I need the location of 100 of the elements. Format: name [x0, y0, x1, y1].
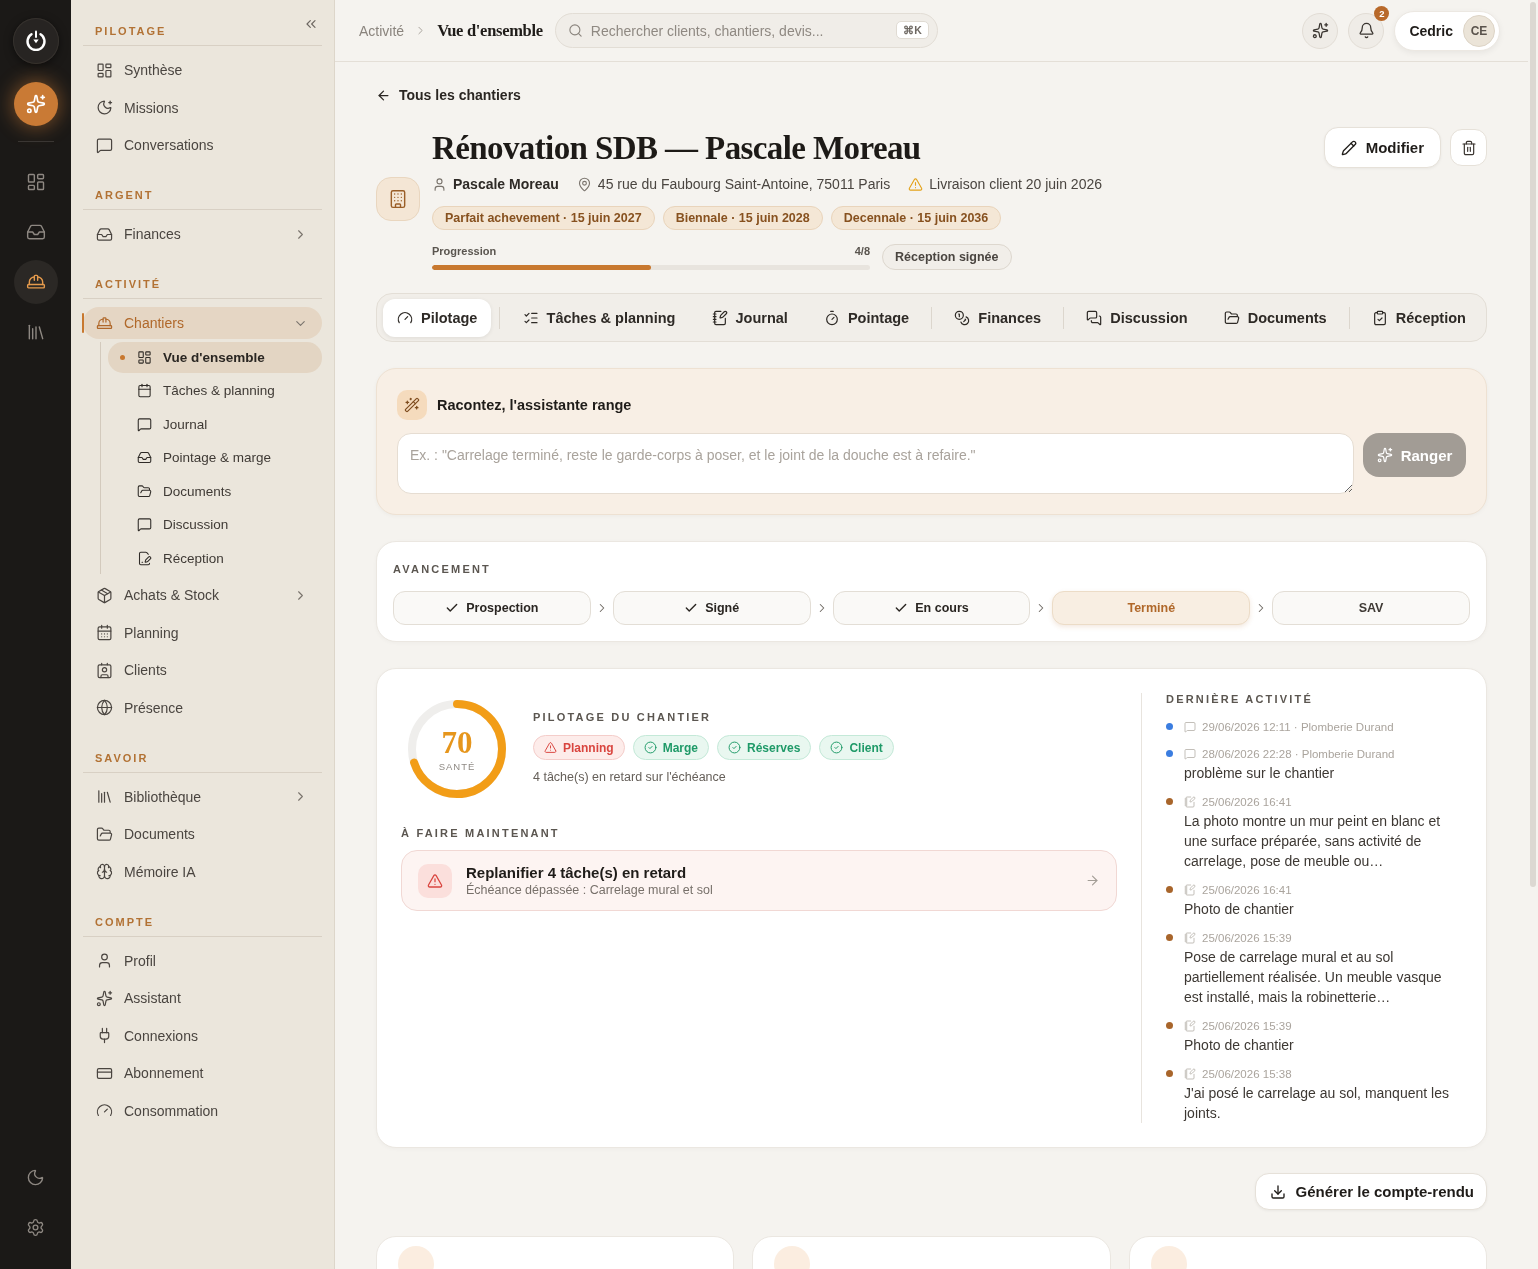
section-title: AVANCEMENT — [393, 563, 491, 575]
file-pen-icon — [137, 550, 152, 566]
nav-subitem[interactable]: Documents — [108, 475, 322, 507]
folder-icon — [1223, 309, 1240, 326]
section-title: ACTIVITÉ — [95, 278, 162, 290]
nav-subitem[interactable]: Pointage & marge — [108, 442, 322, 473]
check-circle-icon — [728, 741, 741, 754]
nav-item[interactable]: Connexions — [83, 1019, 322, 1052]
tab[interactable]: Finances — [940, 298, 1056, 337]
check-circle-icon — [643, 741, 657, 754]
download-icon — [1269, 1183, 1286, 1200]
nav-item[interactable]: Synthèse — [83, 54, 322, 86]
nav-item[interactable]: Bibliothèque — [83, 780, 322, 813]
active-dot-icon — [120, 354, 125, 360]
dashboard-icon — [96, 61, 113, 79]
edit-button[interactable]: Modifier — [1323, 127, 1441, 168]
nav-item[interactable]: Conversations — [83, 129, 322, 161]
nav-subitem[interactable]: Journal — [108, 408, 322, 440]
activity-text: J'ai posé le carrelage au sol, manquent les joints. — [1184, 1084, 1450, 1123]
chat-bubble-icon — [1184, 720, 1196, 733]
back-link[interactable]: Tous les chantiers — [376, 87, 521, 103]
tab[interactable]: Journal — [697, 298, 802, 337]
nav-item[interactable]: Mémoire IA — [83, 855, 322, 888]
activity-meta: 25/06/2026 15:39 — [1202, 1019, 1292, 1032]
tab[interactable]: Pilotage — [383, 298, 492, 337]
nav-item[interactable]: Documents — [83, 818, 322, 850]
gauge-icon — [96, 1102, 113, 1119]
logo-icon[interactable] — [12, 18, 59, 64]
stage-step: En cours — [832, 591, 1031, 625]
map-pin-icon — [576, 176, 592, 192]
activity-meta: 25/06/2026 15:38 — [1202, 1067, 1292, 1080]
nav-item[interactable]: Missions — [83, 91, 322, 124]
stage-step: Terminé — [1052, 591, 1251, 625]
report-button[interactable]: Générer le compte-rendu — [1254, 1173, 1487, 1210]
nav-item[interactable]: Assistant — [83, 982, 322, 1014]
nav-item[interactable]: Finances — [83, 218, 322, 250]
assistant-button[interactable] — [13, 82, 58, 126]
notifications-button[interactable] — [1348, 12, 1385, 49]
globe-icon — [96, 699, 113, 716]
building-icon — [376, 176, 420, 221]
nav-subitem[interactable]: Tâches & planning — [108, 375, 322, 406]
tab[interactable]: Documents — [1209, 298, 1341, 337]
warning-icon — [544, 741, 557, 754]
nav-item[interactable]: Présence — [83, 691, 322, 724]
status-tag: Réception signée — [882, 244, 1012, 270]
breadcrumb-current: Vue d'ensemble — [437, 20, 543, 41]
meta-text: Livraison client 20 juin 2026 — [929, 176, 1102, 192]
nav-item[interactable]: Abonnement — [83, 1057, 322, 1089]
warranty-tag: Parfait achevement · 15 juin 2027 — [432, 206, 655, 230]
sparkle-icon — [1376, 447, 1393, 463]
activity-meta: 25/06/2026 15:39 — [1202, 931, 1292, 944]
dashboard-icon — [137, 349, 152, 365]
section-title: ARGENT — [95, 189, 154, 201]
user-icon — [432, 176, 447, 192]
account-menu[interactable]: Cedric CE — [1394, 10, 1500, 51]
warning-icon — [418, 863, 452, 898]
rail-button[interactable] — [13, 260, 58, 304]
magic-wand-icon — [397, 390, 427, 420]
health-score: 70 — [441, 726, 473, 759]
message-input[interactable]: Ex. : "Carrelage terminé, reste le garde-corps à poser, et le joint de la douche est à refaire." — [397, 433, 1354, 494]
warranty-tag: Biennale · 15 juin 2028 — [662, 206, 823, 230]
moon-star-icon — [96, 99, 113, 116]
search-icon — [567, 23, 583, 38]
activity-text: Photo de chantier — [1184, 900, 1295, 919]
progress-label: Progression — [432, 245, 497, 257]
settings-icon — [26, 1217, 45, 1237]
sparkle-icon — [96, 989, 113, 1007]
notification-count: 2 — [1374, 5, 1390, 21]
contact-card-icon — [96, 661, 113, 679]
todo-card[interactable]: Replanifier 4 tâche(s) en retard Échéance dépassée : Carrelage mural et sol — [401, 850, 1117, 911]
tab[interactable]: Réception — [1357, 298, 1480, 337]
assistant-button[interactable] — [1302, 12, 1339, 49]
scrollbar-thumb[interactable] — [1530, 2, 1536, 887]
dashboard-icon — [25, 172, 46, 192]
health-score-label: SANTÉ — [438, 760, 476, 772]
inbox-icon — [96, 225, 113, 243]
avatar: CE — [1463, 14, 1495, 47]
todo-title: Replanifier 4 tâche(s) en retard — [466, 864, 688, 881]
folder-icon — [96, 825, 113, 843]
nav-subitem[interactable]: Discussion — [108, 509, 322, 540]
arrow-right-icon — [1085, 873, 1100, 888]
inbox-icon — [25, 222, 46, 242]
delete-button[interactable] — [1450, 129, 1487, 166]
nav-subitem[interactable]: Réception — [108, 542, 322, 574]
nav-item[interactable]: Clients — [83, 654, 322, 686]
brain-icon — [96, 863, 113, 880]
tab[interactable]: Discussion — [1072, 298, 1202, 337]
nav-item[interactable]: Profil — [83, 944, 322, 977]
nav-item[interactable]: Consommation — [83, 1094, 322, 1127]
tab[interactable]: Pointage — [809, 298, 924, 337]
nav-item[interactable]: Planning — [83, 616, 322, 649]
activity-meta: 25/06/2026 16:41 — [1202, 795, 1292, 808]
chat-bubbles-icon — [1086, 309, 1103, 326]
nav-subitem[interactable]: Vue d'ensemble — [108, 341, 322, 373]
activity-text: La photo montre un mur peint en blanc et une surface préparée, sans activité de carrelage, pose de meuble ou… — [1184, 812, 1442, 871]
assistant-title: Racontez, l'assistante range — [437, 397, 632, 413]
gauge-icon — [397, 309, 413, 326]
inbox-icon — [137, 450, 152, 465]
nav-item[interactable]: Achats & Stock — [83, 579, 322, 611]
tab[interactable]: Tâches & planning — [508, 298, 690, 337]
